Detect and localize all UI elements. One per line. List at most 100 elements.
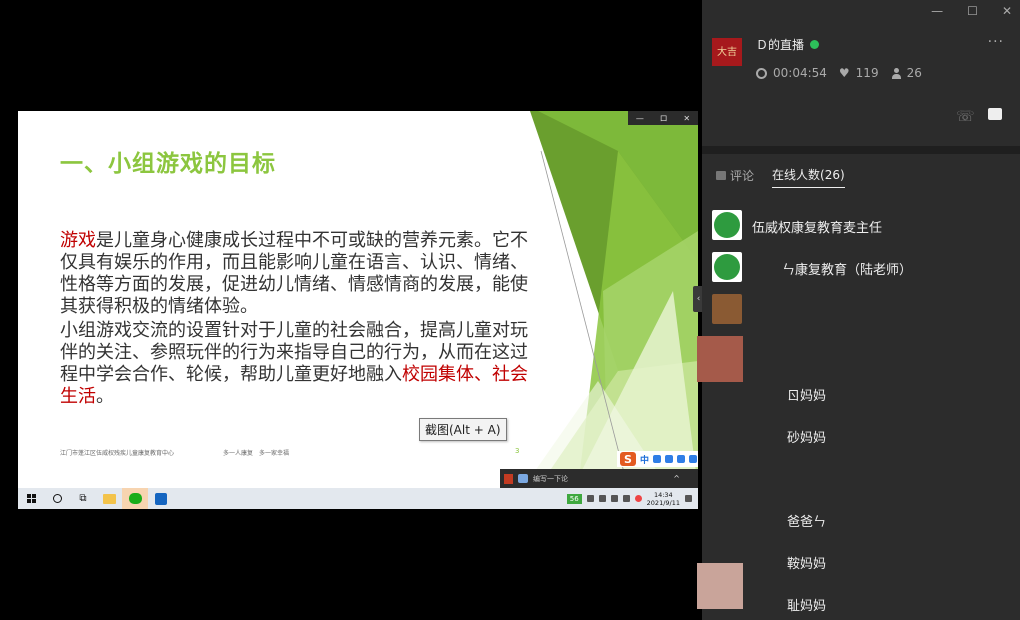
host-avatar[interactable]: 大吉 [712,38,742,66]
more-button[interactable]: ··· [988,34,1004,50]
pres-close-button[interactable]: ✕ [683,114,690,123]
comment-icon[interactable] [988,108,1002,120]
member-name: 耻妈妈 [787,599,827,614]
likes-stat: ♥ 119 [839,66,879,80]
snip-tooltip: 截图(Alt + A) [419,418,507,441]
cortana-icon [52,494,62,503]
start-button[interactable] [18,488,44,509]
viewers-value: 26 [906,66,922,80]
pres-maximize-button[interactable]: ロ [660,113,668,124]
slide-paragraph-2: 小组游戏交流的设置针对于儿童的社会融合，提高儿童对玩伴的关注、参照玩伴的行为来指… [60,320,540,408]
list-item[interactable] [702,289,1020,325]
list-item[interactable]: 砂妈妈 [702,415,1020,451]
notification-center-icon[interactable] [685,495,692,502]
pres-minimize-button[interactable]: — [636,114,644,123]
live-status-dot [810,40,820,49]
duration-stat: 00:04:54 [756,66,827,80]
skin-icon[interactable] [689,455,698,463]
para1-text: 是儿童身心健康成长过程中不可或缺的营养元素。它不仅具有娱乐的作用，而且能影响儿童… [60,230,528,317]
avatar [712,210,742,240]
live-stats: 00:04:54 ♥ 119 26 [756,66,922,80]
keyboard-icon[interactable] [677,455,686,463]
member-name: 爸爸ㄣ [787,515,827,530]
blurred-avatar [697,563,743,609]
member-name: 鞍妈妈 [787,557,827,572]
member-name: ㄣ康复教育（陆老师） [782,263,913,278]
ime-toolbar[interactable]: S 中 [617,451,698,467]
member-name: 伍威权康复教育麦主任 [752,221,883,236]
person-icon [891,67,901,79]
slide-page-number: 3 [515,447,520,455]
live-title-text: Ｄ的直播 [756,38,805,52]
cloud-icon[interactable] [598,495,606,502]
chevron-left-icon: ‹ [696,294,701,304]
wechat-button[interactable] [122,488,148,509]
tab-comments-label: 评论 [730,168,755,183]
clock[interactable]: 14:34 2021/9/11 [647,491,680,507]
member-name: 砂妈妈 [787,431,827,446]
slide-footer-org: 江门市蓬江区伍威权残疾儿童康复教育中心 [60,450,175,457]
task-view-icon: ⧉ [79,493,87,504]
avatar [712,252,742,282]
file-explorer-button[interactable] [96,488,122,509]
tab-comments[interactable]: 评论 [716,167,754,188]
slide-title: 一、小组游戏的目标 [60,151,276,177]
likes-value: 119 [855,66,879,80]
folder-icon [102,493,116,504]
comment-bubble-icon [716,170,726,180]
live-title: Ｄ的直播 [756,36,820,53]
para2-end: 。 [96,386,114,407]
list-item[interactable]: 伍威权康复教育麦主任 [702,205,1020,241]
notification-text: 编写一下论 [533,474,568,483]
message-icon [518,474,528,483]
close-button[interactable]: ✕ [1002,4,1012,18]
punctuation-icon[interactable] [653,455,662,463]
volume-icon[interactable] [622,495,630,502]
member-name: ㄖ妈妈 [787,389,827,404]
task-view-button[interactable]: ⧉ [70,488,96,509]
list-item[interactable] [702,331,1020,367]
app-button[interactable] [148,488,174,509]
tab-online-users[interactable]: 在线人数(26) [772,166,845,188]
avatar [712,294,742,324]
panel-divider [702,146,1020,154]
app-icon [155,492,167,505]
app-icon [504,473,513,484]
app-root: — ロ ✕ 一、小组游戏的目标 游戏是儿童身心健康成长过程中不可或缺的营养元素。… [0,0,1020,620]
notification-popup[interactable]: 编写一下论 ^ [500,469,698,488]
heart-icon: ♥ [838,66,850,80]
presentation-window-controls: — ロ ✕ [628,111,698,125]
windows-icon [26,494,36,503]
presentation-slide: — ロ ✕ 一、小组游戏的目标 游戏是儿童身心健康成长过程中不可或缺的营养元素。… [18,111,698,488]
duration-value: 00:04:54 [773,66,827,80]
slide-footer-slogan: 多一人康复 多一家幸福 [223,450,290,457]
taskbar: ⧉ 56 14:34 2021/9/11 [18,488,698,509]
shared-screen: — ロ ✕ 一、小组游戏的目标 游戏是儿童身心健康成长过程中不可或缺的营养元素。… [18,111,698,509]
battery-indicator[interactable]: 56 [566,493,582,504]
mic-icon[interactable] [665,455,674,463]
ime-mode[interactable]: 中 [640,453,649,466]
maximize-button[interactable]: ☐ [967,4,978,18]
clock-time: 14:34 [653,490,673,499]
list-item[interactable]: ㄣ康复教育（陆老师） [702,247,1020,283]
network-icon[interactable] [586,495,594,502]
list-item[interactable]: 耻妈妈 [702,583,1020,619]
phone-call-icon[interactable]: ☏ [956,107,975,125]
para1-highlight: 游戏 [60,230,96,251]
viewers-stat: 26 [891,66,922,80]
blurred-avatar [697,336,743,382]
chevron-up-icon[interactable]: ^ [673,474,680,483]
system-tray: 56 14:34 2021/9/11 [566,488,698,509]
slide-paragraph-1: 游戏是儿童身心健康成长过程中不可或缺的营养元素。它不仅具有娱乐的作用，而且能影响… [60,230,540,318]
list-item[interactable]: ㄖ妈妈 [702,373,1020,409]
list-item[interactable]: 爸爸ㄣ [702,499,1020,535]
wifi-icon[interactable] [610,495,618,502]
clock-date: 2021/9/11 [646,498,680,507]
clock-icon [756,67,767,79]
sogou-logo-icon[interactable]: S [620,452,636,466]
list-item[interactable]: 鞍妈妈 [702,541,1020,577]
search-button[interactable] [44,488,70,509]
panel-tabs: 评论 在线人数(26) [716,166,845,188]
minimize-button[interactable]: — [931,4,943,18]
sogou-tray-icon[interactable] [634,495,642,502]
